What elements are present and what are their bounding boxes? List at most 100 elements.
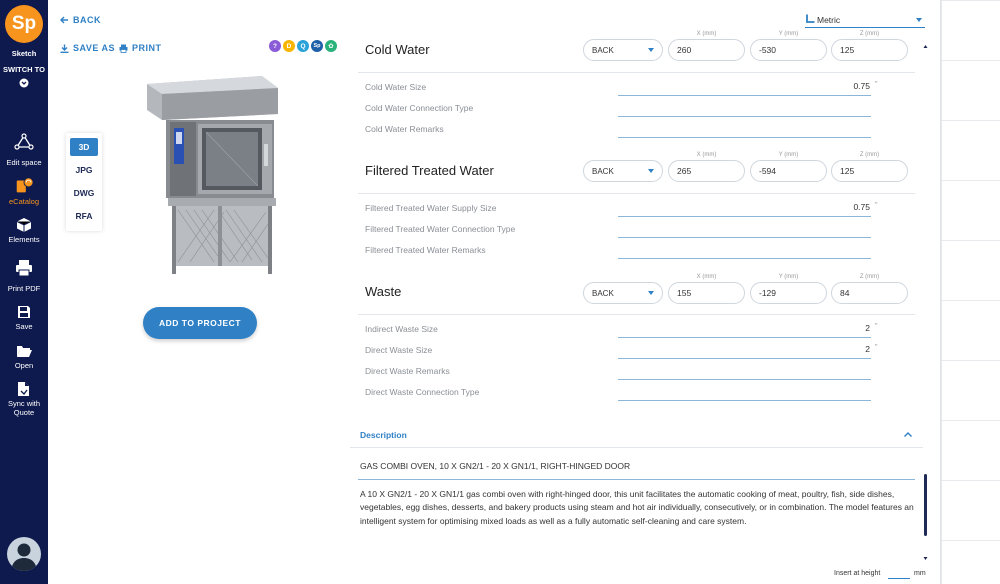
cold-water-remarks-input[interactable] <box>618 137 871 138</box>
combi-oven-image[interactable] <box>142 70 282 280</box>
cold-water-size-input[interactable] <box>618 95 871 96</box>
insert-height-input[interactable] <box>888 578 910 579</box>
x-mm-label: X (mm) <box>696 152 717 158</box>
cold-water-z-input[interactable]: 125 <box>831 39 908 61</box>
folder-open-icon[interactable] <box>14 341 34 361</box>
app-name: Sketch <box>11 49 37 58</box>
format-selector: 3D JPG DWG RFA <box>66 133 102 231</box>
sidebar-item-save[interactable]: Save <box>0 322 48 331</box>
chevron-down-icon <box>648 169 654 173</box>
filtered-water-supply-size-input[interactable] <box>618 216 871 217</box>
printer-icon <box>119 44 128 53</box>
waste-z-input[interactable]: 84 <box>831 282 908 304</box>
direct-waste-connection-type-input[interactable] <box>618 400 871 401</box>
waste-side-select[interactable]: BACK <box>583 282 663 304</box>
y-mm-label: Y (mm) <box>778 152 799 158</box>
filtered-water-supply-size-value[interactable]: 0.75 <box>810 202 870 212</box>
scroll-up-arrow[interactable] <box>923 36 928 48</box>
floppy-disk-icon[interactable] <box>14 302 34 322</box>
filtered-water-connection-type-input[interactable] <box>618 237 871 238</box>
cold-water-connection-type-input[interactable] <box>618 116 871 117</box>
divider <box>358 314 915 315</box>
connections-panel: Cold Water BACK X (mm) Y (mm) Z (mm) 260… <box>350 31 923 410</box>
cold-water-side-select[interactable]: BACK <box>583 39 663 61</box>
cold-water-y-input[interactable]: -530 <box>750 39 827 61</box>
inch-unit: " <box>875 323 878 330</box>
y-mm-label: Y (mm) <box>778 31 799 37</box>
description-header[interactable]: Description <box>350 420 923 448</box>
filtered-water-remarks-label: Filtered Treated Water Remarks <box>365 245 486 255</box>
sidebar-item-elements[interactable]: Elements <box>0 235 48 244</box>
cold-water-x-input[interactable]: 260 <box>668 39 745 61</box>
description-short: GAS COMBI OVEN, 10 X GN2/1 - 20 X GN1/1,… <box>360 461 631 471</box>
design-canvas[interactable] <box>940 0 1000 584</box>
indirect-waste-size-value[interactable]: 2 <box>810 323 870 333</box>
sidebar-item-edit-space[interactable]: Edit space <box>0 158 48 167</box>
chevron-down-icon <box>648 48 654 52</box>
format-dwg-button[interactable]: DWG <box>70 184 98 202</box>
help-badge[interactable]: ? <box>269 40 281 52</box>
sidebar-item-print-pdf[interactable]: Print PDF <box>0 284 48 293</box>
scrollbar-thumb[interactable] <box>924 474 927 536</box>
vector-nodes-icon[interactable] <box>14 132 34 152</box>
sidebar-item-sync-with-quote[interactable]: Sync with Quote <box>0 399 48 417</box>
insert-height-unit: mm <box>914 570 926 577</box>
cold-water-connection-type-label: Cold Water Connection Type <box>365 103 474 113</box>
scroll-down-arrow[interactable] <box>923 548 928 560</box>
description-divider <box>358 479 915 480</box>
print-button[interactable]: PRINT <box>119 43 162 53</box>
direct-waste-size-input[interactable] <box>618 358 871 359</box>
filtered-water-supply-size-label: Filtered Treated Water Supply Size <box>365 203 497 213</box>
app-logo[interactable]: Sp <box>5 5 43 43</box>
format-3d-button[interactable]: 3D <box>70 138 98 156</box>
x-mm-label: X (mm) <box>696 31 717 37</box>
waste-y-input[interactable]: -129 <box>750 282 827 304</box>
sidebar-item-open[interactable]: Open <box>0 361 48 370</box>
filtered-water-remarks-input[interactable] <box>618 258 871 259</box>
cold-water-size-value[interactable]: 0.75 <box>810 81 870 91</box>
divider <box>358 193 915 194</box>
z-mm-label: Z (mm) <box>859 152 880 158</box>
inch-unit: " <box>875 81 878 88</box>
description-title: Description <box>360 430 407 440</box>
format-jpg-button[interactable]: JPG <box>70 161 98 179</box>
x-mm-label: X (mm) <box>696 274 717 280</box>
back-link[interactable]: BACK <box>60 15 101 25</box>
indirect-waste-size-input[interactable] <box>618 337 871 338</box>
catalog-book-icon[interactable] <box>14 176 34 196</box>
document-sync-icon[interactable] <box>14 379 34 399</box>
format-rfa-button[interactable]: RFA <box>70 207 98 225</box>
avatar[interactable] <box>7 537 41 571</box>
direct-waste-remarks-input[interactable] <box>618 379 871 380</box>
waste-x-input[interactable]: 155 <box>668 282 745 304</box>
direct-waste-size-value[interactable]: 2 <box>810 344 870 354</box>
download-icon <box>60 44 69 53</box>
direct-waste-remarks-label: Direct Waste Remarks <box>365 366 450 376</box>
chevron-down-icon <box>916 18 922 22</box>
divider <box>358 72 915 73</box>
y-mm-label: Y (mm) <box>778 274 799 280</box>
chevron-down-icon <box>648 291 654 295</box>
direct-waste-connection-type-label: Direct Waste Connection Type <box>365 387 480 397</box>
printer-icon[interactable] <box>14 258 34 278</box>
flower-badge[interactable]: ✿ <box>325 40 337 52</box>
d-badge[interactable]: D <box>283 40 295 52</box>
chevron-up-icon[interactable] <box>903 431 913 438</box>
indirect-waste-size-label: Indirect Waste Size <box>365 324 438 334</box>
filtered-water-x-input[interactable]: 265 <box>668 160 745 182</box>
add-to-project-button[interactable]: ADD TO PROJECT <box>143 307 257 339</box>
inch-unit: " <box>875 202 878 209</box>
filtered-water-z-input[interactable]: 125 <box>831 160 908 182</box>
description-long: A 10 X GN2/1 - 20 X GN1/1 gas combi oven… <box>360 489 914 526</box>
q-badge[interactable]: Q <box>297 40 309 52</box>
filtered-water-y-input[interactable]: -594 <box>750 160 827 182</box>
sp-badge[interactable]: Sp <box>311 40 323 52</box>
save-as-button[interactable]: SAVE AS <box>60 43 115 53</box>
direct-waste-size-label: Direct Waste Size <box>365 345 433 355</box>
units-select[interactable]: Metric <box>805 12 925 28</box>
cold-water-remarks-label: Cold Water Remarks <box>365 124 444 134</box>
filtered-water-side-select[interactable]: BACK <box>583 160 663 182</box>
sidebar-item-ecatalog[interactable]: eCatalog <box>0 197 48 206</box>
cube-icon[interactable] <box>14 215 34 235</box>
chevron-down-icon[interactable] <box>14 73 34 93</box>
